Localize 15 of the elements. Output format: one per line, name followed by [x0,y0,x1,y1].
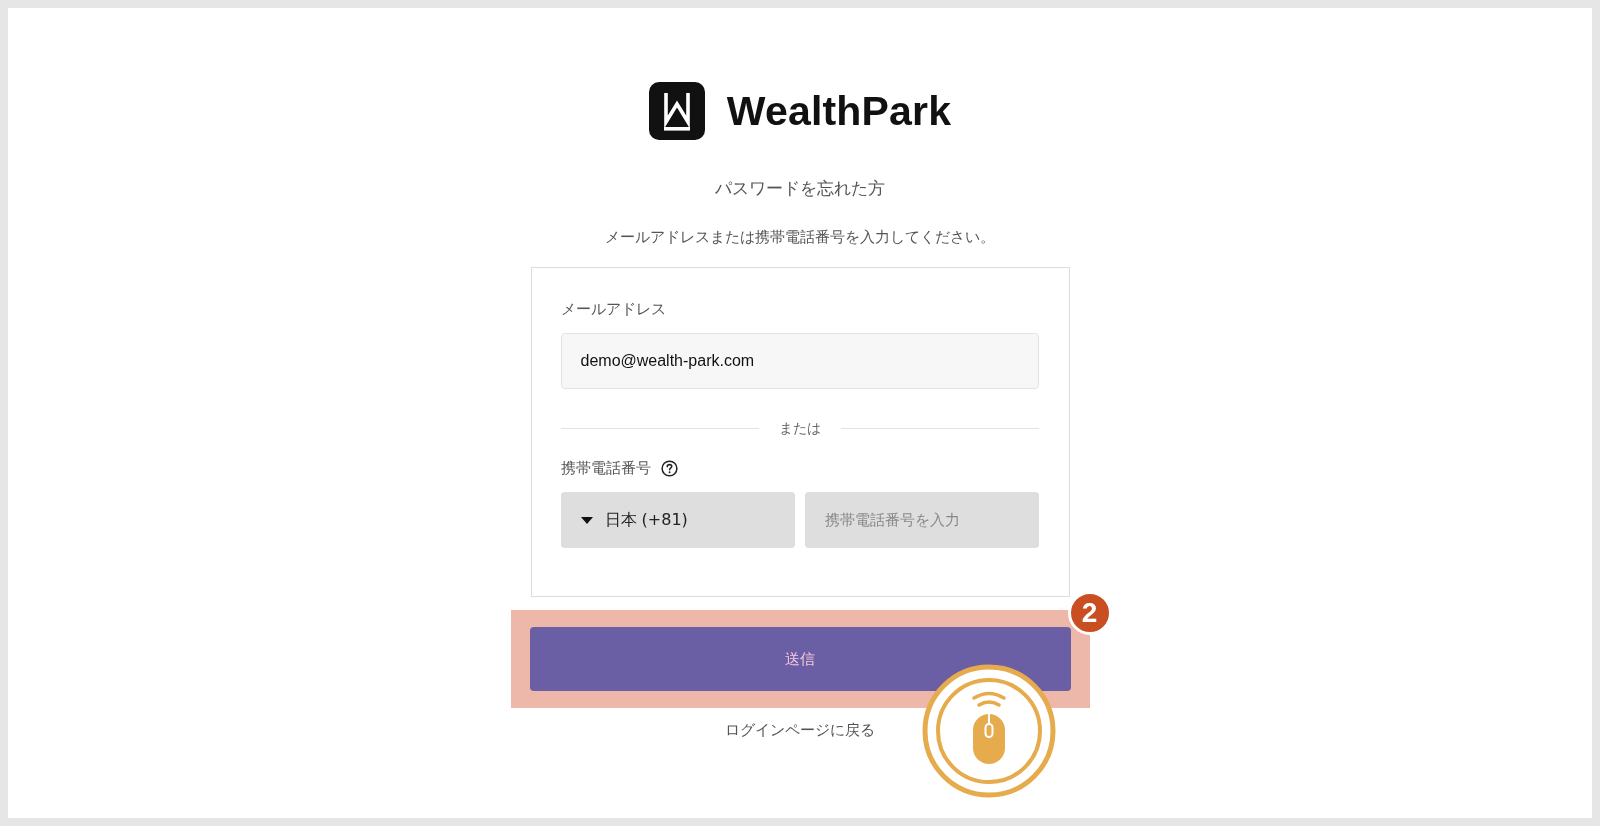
divider-label: または [778,419,821,438]
page-title: パスワードを忘れた方 [715,177,885,200]
email-field[interactable]: demo@wealth-park.com [560,333,1039,389]
instructions-text: メールアドレスまたは携帯電話番号を入力してください。 [605,227,995,248]
phone-number-field[interactable]: 携帯電話番号を入力 [804,492,1039,548]
email-label: メールアドレス [560,299,667,319]
country-select[interactable]: 日本 (+81) [560,492,795,548]
logo-icon [648,82,705,140]
caret-icon [580,516,593,524]
phone-label: 携帯電話番号 [560,458,651,478]
logo-wordmark: WealthPark [726,87,952,135]
back-to-login-link[interactable]: ログインページに戻る [725,720,875,740]
help-icon[interactable] [660,459,678,477]
step-marker: 2 [1067,591,1112,635]
mouse-click-icon [921,664,1056,798]
